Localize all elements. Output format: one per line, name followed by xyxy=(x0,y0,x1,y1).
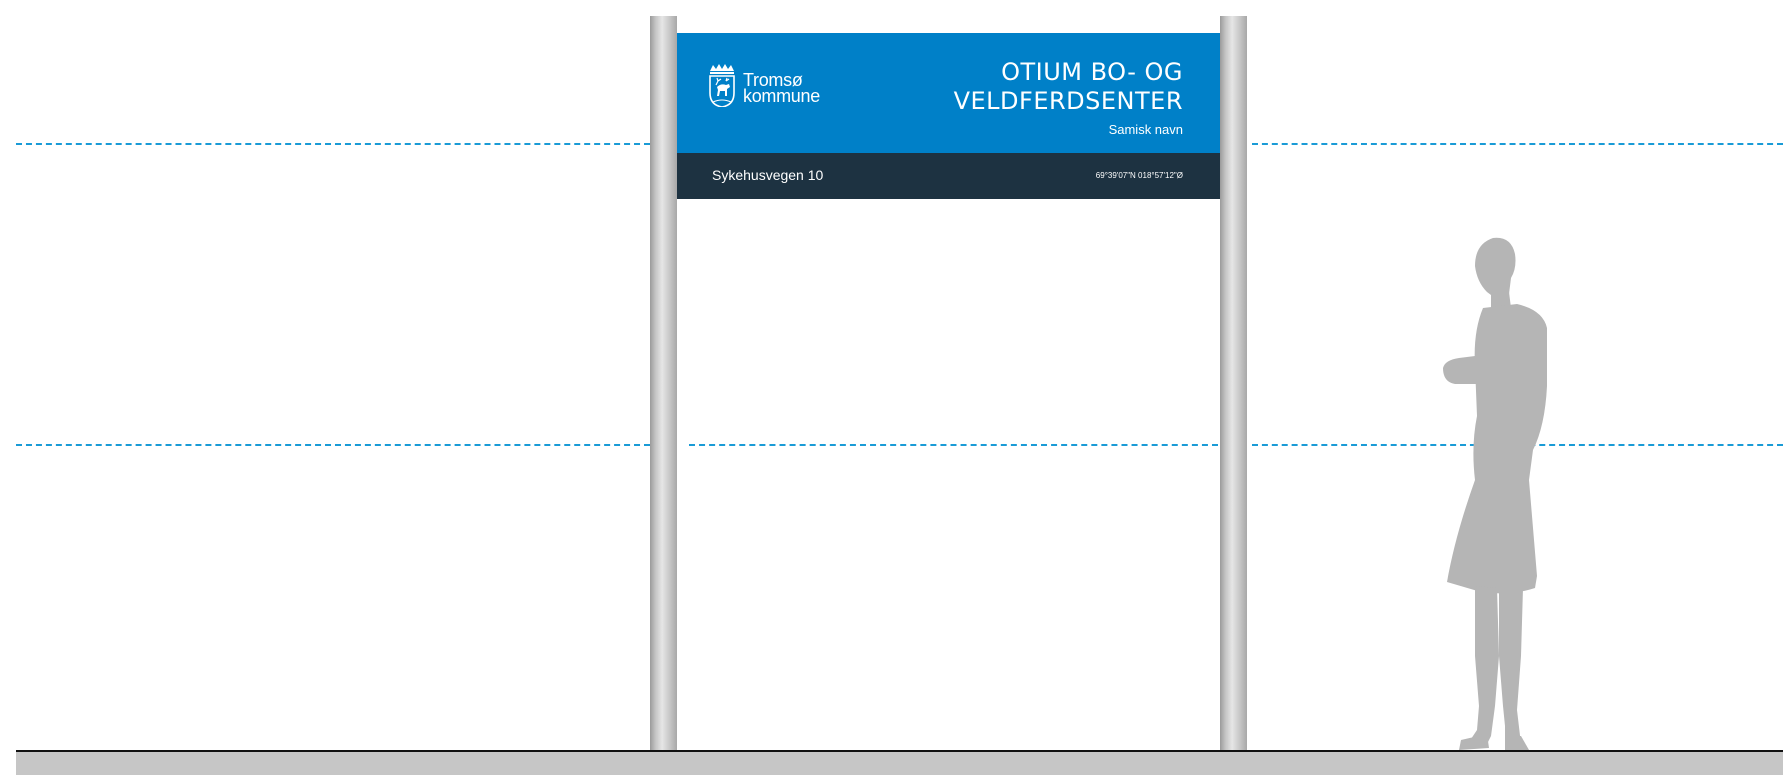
logo-wordmark: Tromsø kommune xyxy=(743,71,820,106)
sign-coordinates: 69°39'07"N 018°57'12"Ø xyxy=(1095,171,1183,180)
sign-address: Sykehusvegen 10 xyxy=(712,167,824,183)
guide-line-lower-middle xyxy=(689,444,1218,446)
sign-title-line1: OTIUM BO- OG xyxy=(1001,58,1183,86)
guide-line-upper-right xyxy=(1252,143,1783,145)
person-silhouette xyxy=(1443,237,1547,750)
guide-line-upper-left xyxy=(16,143,650,145)
sign-subtitle: Samisk navn xyxy=(1108,122,1183,137)
ground-line xyxy=(16,750,1783,775)
sign-post-right xyxy=(1220,16,1247,750)
sign-title: OTIUM BO- OG VELDFERDSENTER xyxy=(954,58,1183,116)
sign-title-line2: VELDFERDSENTER xyxy=(953,87,1183,115)
logo-text-line2: kommune xyxy=(743,86,820,106)
sign-board: Tromsø kommune OTIUM BO- OG VELDFERDSENT… xyxy=(677,33,1220,199)
sign-address-panel: Sykehusvegen 10 69°39'07"N 018°57'12"Ø xyxy=(677,153,1220,199)
sign-post-left xyxy=(650,16,677,750)
sign-elevation-drawing: Tromsø kommune OTIUM BO- OG VELDFERDSENT… xyxy=(0,0,1783,775)
sign-header-panel: Tromsø kommune OTIUM BO- OG VELDFERDSENT… xyxy=(677,33,1220,153)
guide-line-lower-left xyxy=(16,444,650,446)
tromso-reindeer-crest-icon xyxy=(709,64,735,107)
